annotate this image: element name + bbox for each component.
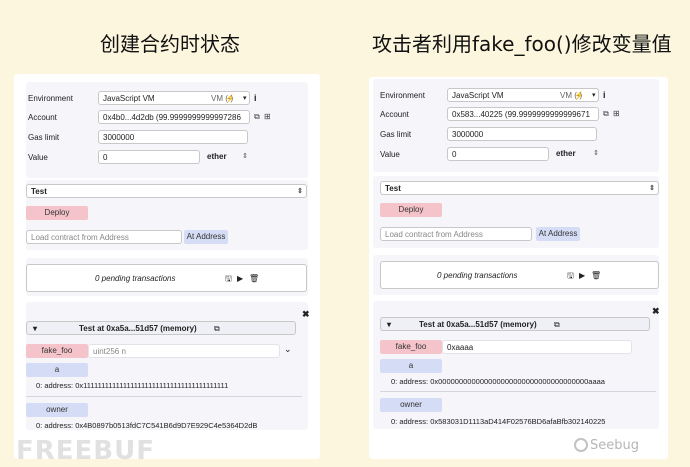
load-address-placeholder: Load contract from Address	[385, 230, 483, 239]
close-icon[interactable]: ✖	[302, 309, 310, 320]
copy-icon[interactable]: ⧉	[603, 109, 609, 119]
left-run-panel: Environment JavaScript VM ⚡ VM (-) VM (-…	[14, 74, 320, 459]
play-icon[interactable]: ▶	[237, 265, 243, 291]
play-icon[interactable]: ▶	[579, 262, 585, 288]
unit-value: ether	[207, 152, 227, 161]
instance-title: Test at 0xa5a...51d57 (memory)	[79, 324, 197, 333]
gas-limit-input[interactable]: 3000000	[98, 130, 248, 144]
caret-icon: ▾	[33, 324, 38, 333]
fake-foo-button[interactable]: fake_foo	[380, 340, 442, 354]
value-value: 0	[103, 153, 108, 162]
account-label: Account	[380, 110, 409, 119]
chevron-down-icon[interactable]: ⌄	[284, 344, 292, 355]
seebug-logo-icon	[574, 438, 588, 452]
instance-header[interactable]: ▾ Test at 0xa5a...51d57 (memory) ⧉	[380, 317, 650, 331]
value-value: 0	[452, 150, 457, 159]
freebuf-watermark: FREEBUF	[16, 436, 155, 466]
gas-limit-label: Gas limit	[380, 130, 412, 139]
fake-foo-value: 0xaaaa	[447, 343, 474, 352]
owner-output: 0: address: 0x4B0897b0513fdC7C541B6d9D7E…	[36, 421, 258, 430]
divider	[380, 391, 656, 392]
chevron-down-icon: ⇕	[297, 188, 303, 195]
account-label: Account	[28, 113, 57, 122]
chevron-down-icon: ⇕	[593, 150, 599, 157]
contract-select[interactable]: Test ⇕	[26, 184, 307, 198]
environment-label: Environment	[28, 94, 73, 103]
at-address-button[interactable]: At Address	[536, 227, 580, 241]
value-label: Value	[380, 150, 400, 159]
deploy-button[interactable]: Deploy	[380, 203, 442, 217]
seebug-watermark: Seebug	[590, 438, 639, 453]
plus-icon[interactable]: ⊞	[613, 109, 620, 119]
at-address-button[interactable]: At Address	[184, 230, 228, 244]
trash-icon[interactable]: 🗑	[249, 265, 259, 291]
account-value: 0x4b0...4d2db (99.9999999999997286	[103, 113, 241, 122]
account-select[interactable]: 0x583...40225 (99.9999999999999671	[447, 107, 599, 121]
gas-limit-value: 3000000	[103, 133, 135, 142]
environment-value: JavaScript VM	[452, 91, 504, 100]
gas-limit-value: 3000000	[452, 130, 484, 139]
fake-foo-button[interactable]: fake_foo	[26, 344, 88, 358]
contract-select[interactable]: Test ⇕	[380, 181, 659, 195]
unit-select[interactable]: ether ⇕	[552, 147, 602, 161]
pending-box: 0 pending transactions 🖫 ▶ 🗑	[380, 261, 659, 289]
a-output: 0: address: 0x00000000000000000000000000…	[391, 377, 605, 386]
vm-badge-text: VM (-)	[211, 94, 234, 103]
save-icon[interactable]: 🖫	[567, 262, 574, 288]
account-select[interactable]: 0x4b0...4d2db (99.9999999999997286	[98, 110, 250, 124]
contract-select-value: Test	[385, 184, 401, 193]
instance-title: Test at 0xa5a...51d57 (memory)	[419, 320, 537, 329]
unit-select[interactable]: ether ⇕	[203, 150, 251, 164]
chevron-down-icon: ⇕	[649, 185, 655, 192]
pending-box: 0 pending transactions 🖫 ▶ 🗑	[26, 264, 307, 292]
owner-button[interactable]: owner	[380, 398, 442, 412]
heading-left: 创建合约时状态	[100, 32, 240, 56]
a-button[interactable]: a	[380, 359, 442, 373]
load-address-input[interactable]: Load contract from Address	[380, 227, 532, 241]
trash-icon[interactable]: 🗑	[591, 262, 601, 288]
fake-foo-placeholder: uint256 n	[93, 347, 126, 356]
owner-output: 0: address: 0x583031D1113aD414F02576BD6a…	[391, 417, 606, 426]
account-value: 0x583...40225 (99.9999999999999671	[452, 110, 590, 119]
load-address-placeholder: Load contract from Address	[31, 233, 129, 242]
gas-limit-input[interactable]: 3000000	[447, 127, 597, 141]
info-icon[interactable]: i	[603, 90, 606, 100]
environment-value: JavaScript VM	[103, 94, 155, 103]
value-input[interactable]: 0	[98, 150, 200, 164]
gas-limit-label: Gas limit	[28, 133, 60, 142]
a-button[interactable]: a	[26, 363, 88, 377]
pending-text: 0 pending transactions	[95, 274, 176, 283]
right-run-panel: Environment JavaScript VM ⚡ VM (-) ▾ i A…	[369, 77, 668, 459]
vm-badge-text: VM (-)	[560, 91, 583, 100]
contract-select-value: Test	[31, 187, 47, 196]
heading-right: 攻击者利用fake_foo()修改变量值	[372, 32, 672, 56]
copy-icon[interactable]: ⧉	[214, 322, 220, 334]
fake-foo-input[interactable]: 0xaaaa	[442, 340, 632, 354]
caret-icon: ▾	[387, 320, 392, 329]
fake-foo-input[interactable]: uint256 n	[88, 344, 280, 358]
chevron-down-icon[interactable]: ▾	[592, 91, 596, 99]
info-icon[interactable]: i	[254, 93, 257, 103]
close-icon[interactable]: ✖	[652, 306, 660, 317]
deploy-button[interactable]: Deploy	[26, 206, 88, 220]
value-input[interactable]: 0	[447, 147, 549, 161]
plus-icon[interactable]: ⊞	[264, 112, 271, 122]
save-icon[interactable]: 🖫	[225, 265, 232, 291]
divider	[26, 396, 302, 397]
value-label: Value	[28, 153, 48, 162]
unit-value: ether	[556, 149, 576, 158]
instance-header[interactable]: ▾ Test at 0xa5a...51d57 (memory) ⧉	[26, 321, 296, 335]
pending-text: 0 pending transactions	[437, 271, 518, 280]
environment-label: Environment	[380, 91, 425, 100]
a-output: 0: address: 0x11111111111111111111111111…	[36, 381, 229, 390]
copy-icon[interactable]: ⧉	[554, 318, 560, 330]
chevron-down-icon: ⇕	[242, 153, 248, 160]
owner-button[interactable]: owner	[26, 403, 88, 417]
load-address-input[interactable]: Load contract from Address	[26, 230, 182, 244]
chevron-down-icon[interactable]: ▾	[243, 94, 247, 102]
copy-icon[interactable]: ⧉	[254, 112, 260, 122]
